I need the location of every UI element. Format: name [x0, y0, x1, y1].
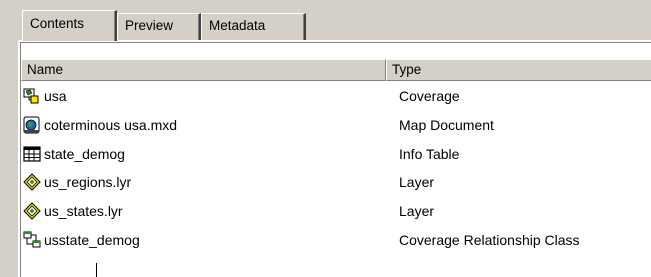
list-item[interactable]: us_states.lyr Layer: [21, 197, 651, 226]
item-list: usa Coverage coterminous usa.mxd Map Doc…: [21, 82, 651, 255]
item-name: us_states.lyr: [44, 203, 123, 220]
list-item[interactable]: coterminous usa.mxd Map Document: [21, 111, 651, 140]
item-name: usstate_demog: [44, 231, 140, 248]
item-type: Layer: [399, 174, 435, 191]
column-header-type[interactable]: Type: [386, 59, 651, 81]
info-table-icon: [23, 145, 41, 163]
text-cursor: [96, 263, 97, 277]
coverage-icon: [23, 87, 41, 105]
item-type: Info Table: [399, 145, 460, 162]
contents-panel: Name Type usa Coverage coterminous usa.m…: [18, 40, 651, 277]
tab-metadata[interactable]: Metadata: [201, 13, 306, 40]
tab-contents[interactable]: Contents: [22, 10, 117, 41]
item-type: Layer: [399, 203, 435, 220]
column-header-name[interactable]: Name: [21, 59, 386, 81]
item-type: Map Document: [399, 116, 494, 133]
item-name: usa: [44, 88, 67, 104]
item-type: Coverage Relationship Class: [399, 231, 580, 248]
list-item[interactable]: usa Coverage: [21, 82, 651, 111]
contents-list: Name Type usa Coverage coterminous usa.m…: [20, 42, 651, 277]
tab-preview[interactable]: Preview: [117, 13, 201, 40]
layer-icon: [23, 202, 41, 220]
item-type: Coverage: [399, 88, 460, 104]
item-name: us_regions.lyr: [44, 174, 132, 191]
layer-icon: [23, 173, 41, 192]
column-header: Name Type: [21, 59, 651, 81]
list-item[interactable]: us_regions.lyr Layer: [21, 168, 651, 197]
item-name: state_demog: [44, 145, 125, 162]
item-name: coterminous usa.mxd: [44, 116, 178, 133]
map-document-icon: [23, 116, 41, 134]
list-item[interactable]: usstate_demog Coverage Relationship Clas…: [21, 226, 651, 255]
list-item[interactable]: state_demog Info Table: [21, 140, 651, 169]
relationship-class-icon: [23, 231, 41, 249]
